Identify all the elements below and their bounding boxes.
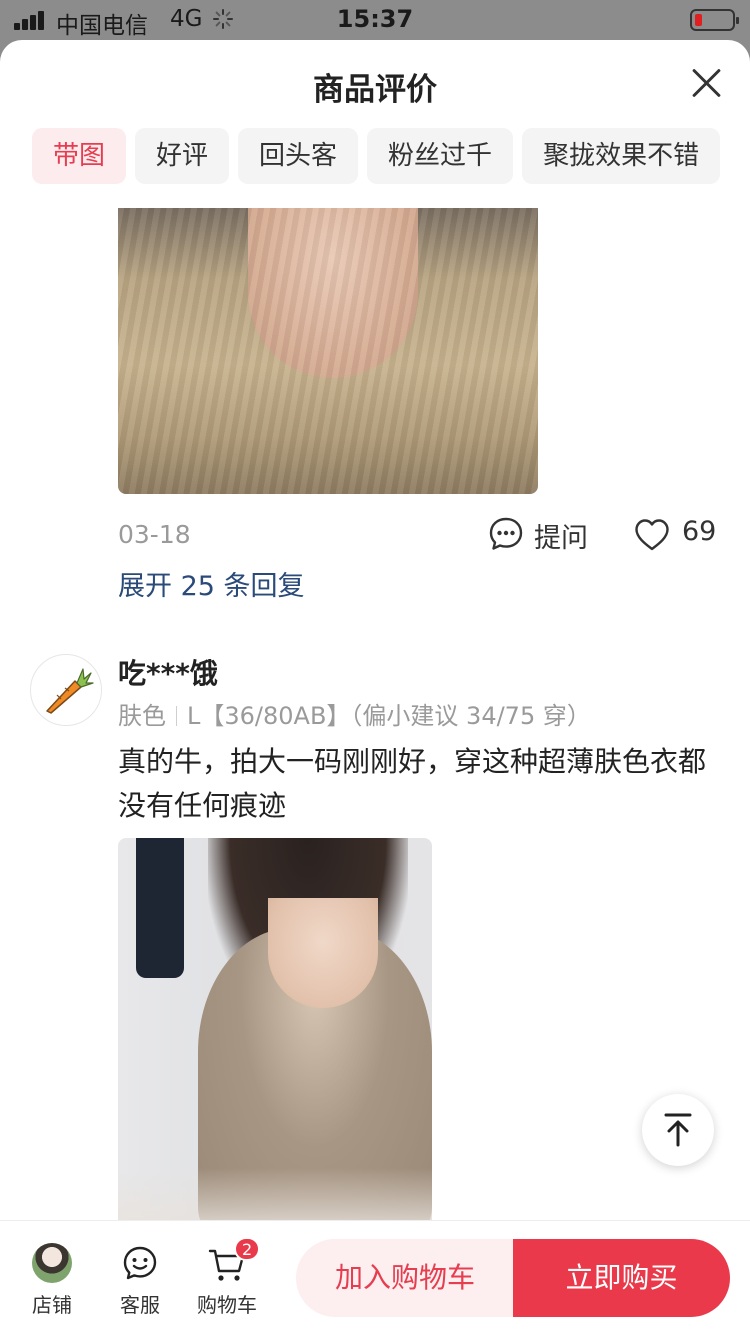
clock: 15:37	[336, 5, 414, 33]
shop-button[interactable]: 店铺	[17, 1241, 87, 1318]
add-to-cart-button[interactable]: 加入购物车	[296, 1239, 514, 1317]
filter-chip-fans[interactable]: 粉丝过千	[367, 128, 514, 184]
chat-bubble-icon	[489, 517, 523, 550]
review-text: 真的牛，拍大一码刚刚好，穿这种超薄肤色衣都没有任何痕迹	[118, 745, 707, 822]
spec-divider	[176, 706, 177, 726]
status-bar: 中国电信 4G 15:37	[0, 0, 750, 40]
spec-size: L【36/80AB】（偏小建议 34/75 穿）	[187, 702, 591, 730]
filter-chip-with-photos[interactable]: 带图	[32, 128, 127, 184]
filter-chip-repeat-customer[interactable]: 回头客	[238, 128, 359, 184]
avatar[interactable]	[30, 654, 102, 726]
back-to-top-button[interactable]	[642, 1094, 714, 1166]
customer-service-button[interactable]: 客服	[105, 1241, 175, 1318]
shop-label: 店铺	[32, 1293, 72, 1317]
like-count: 69	[682, 516, 717, 547]
ask-label: 提问	[534, 523, 588, 554]
close-icon[interactable]	[688, 64, 726, 102]
shop-avatar	[32, 1243, 72, 1283]
spec-color: 肤色	[118, 702, 166, 730]
cart-label: 购物车	[197, 1293, 257, 1317]
service-label: 客服	[120, 1293, 160, 1317]
battery-icon	[690, 9, 739, 31]
review-date: 03-18	[118, 520, 191, 549]
bottom-action-bar: 店铺 客服 2 购物车 加入购物车 立即购买	[0, 1220, 750, 1334]
heart-icon	[635, 519, 669, 551]
review-photo[interactable]	[118, 838, 432, 1238]
sheet-title: 商品评价	[313, 72, 437, 108]
filter-chips: 带图 好评 回头客 粉丝过千 聚拢效果不错	[32, 128, 729, 184]
arrow-up-icon	[664, 1113, 692, 1147]
reviewer-name: 吃***饿	[118, 657, 218, 690]
expand-replies-link[interactable]: 展开 25 条回复	[118, 564, 305, 603]
purchase-spec: 肤色 L【36/80AB】（偏小建议 34/75 穿）	[118, 696, 591, 731]
customer-service-icon	[123, 1246, 157, 1280]
cart-button[interactable]: 2 购物车	[192, 1237, 262, 1318]
filter-chip-positive[interactable]: 好评	[135, 128, 230, 184]
buy-now-button[interactable]: 立即购买	[513, 1239, 730, 1317]
carrot-icon	[46, 668, 94, 714]
filter-chip-push-up-effect[interactable]: 聚拢效果不错	[522, 128, 721, 184]
cart-count-badge: 2	[234, 1237, 261, 1261]
reviews-sheet: 商品评价 带图 好评 回头客 粉丝过千 聚拢效果不错 03-18 提问 69 展开 25…	[0, 40, 750, 1334]
review-photo[interactable]	[118, 208, 538, 494]
